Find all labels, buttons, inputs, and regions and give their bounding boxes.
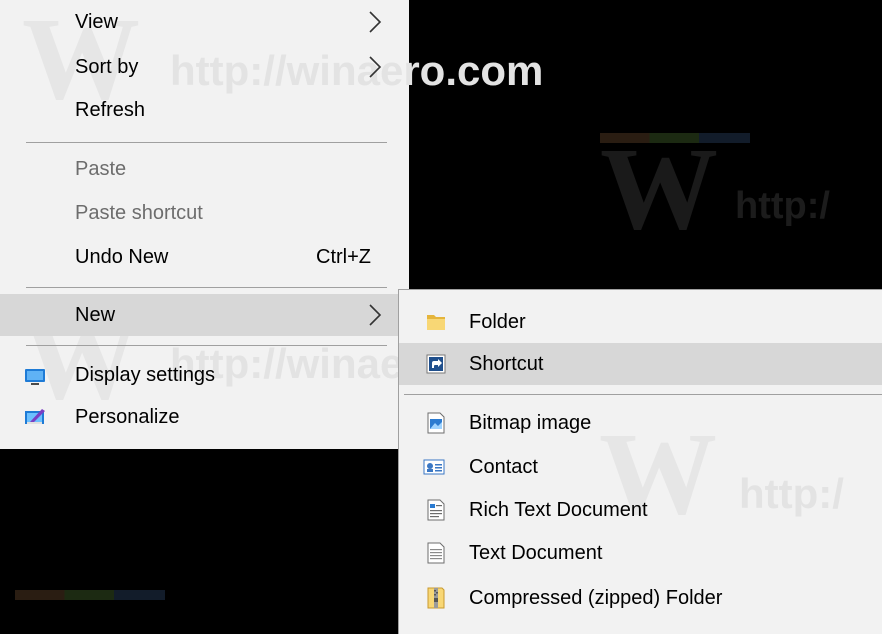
new-submenu: W http:/ Folder Shortcut Bitmap image Co… xyxy=(398,289,882,634)
menu-item-label: Shortcut xyxy=(469,353,544,375)
menu-item-label: Sort by xyxy=(75,56,139,78)
contact-card-icon xyxy=(423,459,445,475)
menu-item-personalize[interactable]: Personalize xyxy=(0,396,409,438)
submenu-item-text-document[interactable]: Text Document xyxy=(399,532,882,574)
monitor-icon xyxy=(25,369,45,385)
menu-item-label: Folder xyxy=(469,311,526,333)
menu-item-paste-shortcut[interactable]: Paste shortcut xyxy=(0,192,409,234)
personalize-icon xyxy=(25,409,45,424)
desktop-color-strip xyxy=(600,133,750,143)
menu-item-label: Display settings xyxy=(75,364,216,386)
shortcut-icon xyxy=(426,354,446,374)
submenu-item-bitmap-image[interactable]: Bitmap image xyxy=(399,402,882,444)
submenu-item-folder[interactable]: Folder xyxy=(399,301,882,343)
menu-item-label: Bitmap image xyxy=(469,412,592,434)
menu-item-label: New xyxy=(75,304,116,326)
menu-item-label: Paste xyxy=(75,158,127,180)
submenu-item-rich-text-document[interactable]: Rich Text Document xyxy=(399,489,882,531)
menu-item-label: Paste shortcut xyxy=(75,202,203,224)
folder-icon xyxy=(427,315,445,330)
menu-item-sort-by[interactable]: Sort by xyxy=(0,46,409,88)
menu-item-undo-new[interactable]: Undo New Ctrl+Z xyxy=(0,236,409,278)
bitmap-image-icon xyxy=(427,412,445,434)
rich-text-document-icon xyxy=(427,499,445,521)
submenu-item-shortcut[interactable]: Shortcut xyxy=(399,343,882,385)
chevron-right-icon xyxy=(369,304,382,326)
menu-item-display-settings[interactable]: Display settings xyxy=(0,354,409,396)
desktop-context-menu: W W http://winaero.com http://winaero.co… xyxy=(0,0,543,449)
menu-item-label: Rich Text Document xyxy=(469,499,648,521)
menu-separator xyxy=(26,142,387,143)
text-document-icon xyxy=(427,542,445,564)
menu-separator xyxy=(26,287,387,288)
menu-item-paste[interactable]: Paste xyxy=(0,148,409,190)
menu-item-label: Undo New xyxy=(75,246,169,268)
keyboard-shortcut: Ctrl+Z xyxy=(316,246,371,268)
menu-item-label: Compressed (zipped) Folder xyxy=(469,587,723,609)
menu-item-label: Personalize xyxy=(75,406,180,428)
menu-item-label: View xyxy=(75,11,118,33)
menu-item-label: Contact xyxy=(469,456,538,478)
submenu-item-compressed-folder[interactable]: Compressed (zipped) Folder xyxy=(399,577,882,619)
menu-item-refresh[interactable]: Refresh xyxy=(0,89,409,131)
menu-item-new[interactable]: New xyxy=(0,294,409,336)
menu-separator xyxy=(26,345,387,346)
desktop-color-strip-bottom xyxy=(15,590,165,600)
zip-folder-icon xyxy=(427,587,445,609)
chevron-right-icon xyxy=(369,56,382,78)
menu-item-view[interactable]: View xyxy=(0,1,409,43)
menu-separator xyxy=(404,394,882,395)
submenu-item-contact[interactable]: Contact xyxy=(399,446,882,488)
chevron-right-icon xyxy=(369,11,382,33)
menu-item-label: Text Document xyxy=(469,542,603,564)
menu-item-label: Refresh xyxy=(75,99,146,121)
